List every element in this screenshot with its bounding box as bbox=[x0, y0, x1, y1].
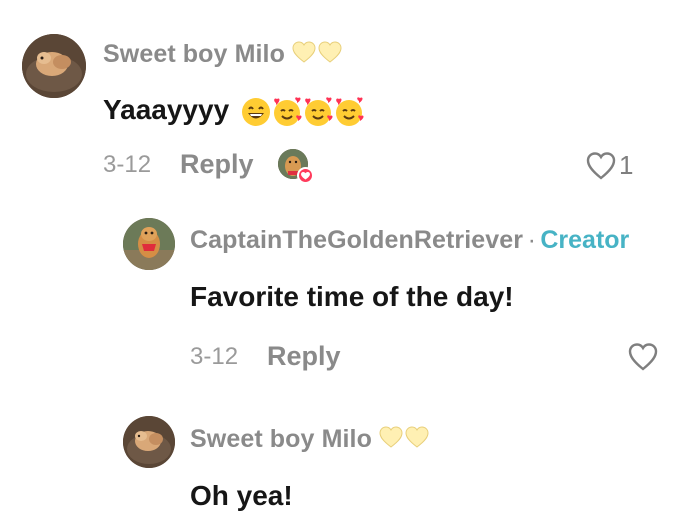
like-count: 1 bbox=[619, 150, 634, 180]
dog-avatar-image bbox=[22, 34, 86, 98]
reply-text: Oh yea! bbox=[190, 480, 293, 511]
dog-avatar-image bbox=[123, 218, 175, 270]
grinning-face-emoji-icon bbox=[241, 97, 270, 126]
like-button[interactable]: 1 bbox=[586, 150, 633, 181]
avatar-captain-the-golden-retriever[interactable] bbox=[123, 218, 175, 270]
comment-username[interactable]: Sweet boy Milo bbox=[103, 40, 342, 72]
heart-outline-icon bbox=[586, 151, 616, 180]
dog-avatar-image bbox=[123, 416, 175, 468]
reply-text: Favorite time of the day! bbox=[190, 281, 514, 312]
comment-text: Yaaayyyy bbox=[103, 94, 364, 127]
reply-button[interactable]: Reply bbox=[267, 341, 341, 372]
username-text[interactable]: Sweet boy Milo bbox=[103, 40, 285, 68]
smiling-face-with-hearts-emoji-icon bbox=[335, 96, 364, 126]
creator-liked-badge[interactable] bbox=[278, 149, 314, 185]
username-text[interactable]: Sweet boy Milo bbox=[190, 425, 372, 453]
reply-username[interactable]: CaptainTheGoldenRetriever bbox=[190, 226, 523, 254]
reply-header: CaptainTheGoldenRetriever · Creator bbox=[190, 226, 629, 255]
creator-badge: Creator bbox=[540, 226, 630, 254]
heart-outline-icon bbox=[628, 343, 658, 371]
smiling-face-with-hearts-emoji-icon bbox=[304, 96, 333, 126]
avatar-sweet-boy-milo[interactable] bbox=[22, 34, 86, 98]
avatar-sweet-boy-milo[interactable] bbox=[123, 416, 175, 468]
reply-date: 3-12 bbox=[190, 343, 239, 370]
emoji-row bbox=[241, 96, 364, 127]
like-button[interactable] bbox=[628, 343, 658, 376]
liked-heart-icon bbox=[297, 167, 314, 184]
reply-button[interactable]: Reply bbox=[180, 149, 254, 180]
comment-date: 3-12 bbox=[103, 151, 152, 178]
yellow-heart-icon bbox=[292, 41, 342, 72]
separator-dot: · bbox=[527, 226, 536, 254]
smiling-face-with-hearts-emoji-icon bbox=[273, 96, 302, 126]
yellow-heart-icon bbox=[379, 426, 429, 457]
comment-body: Yaaayyyy bbox=[103, 94, 230, 125]
reply-username-row[interactable]: Sweet boy Milo bbox=[190, 425, 429, 457]
